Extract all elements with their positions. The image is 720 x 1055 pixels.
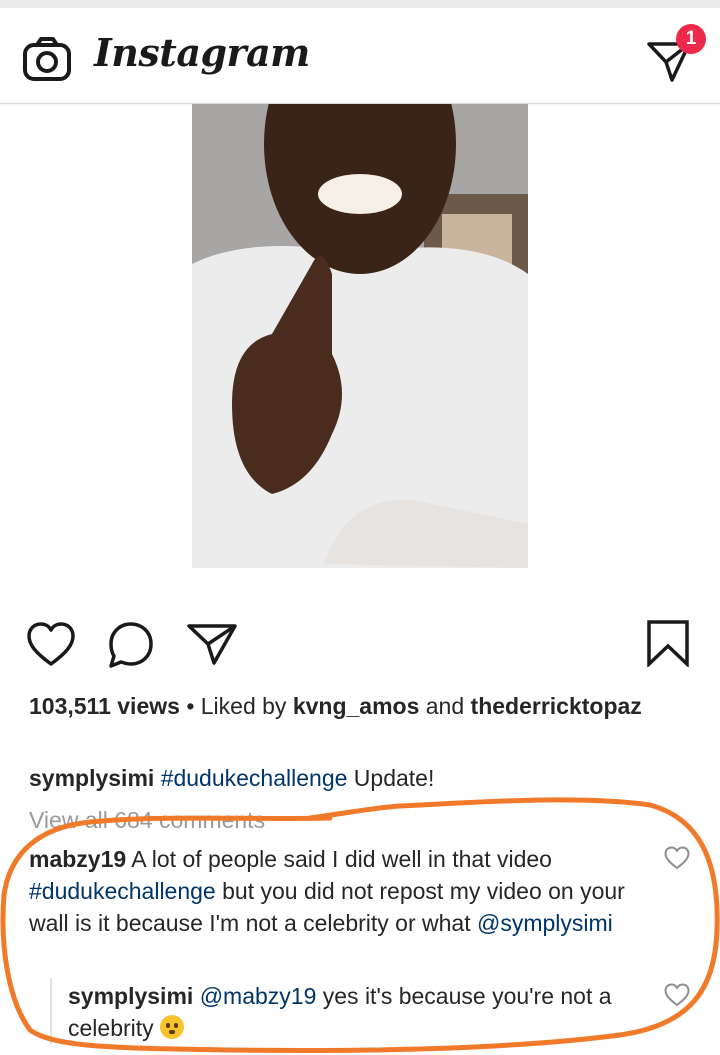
top-app-bar: Instagram 1	[0, 8, 720, 104]
direct-messages-button[interactable]: 1	[646, 24, 706, 84]
bookmark-icon[interactable]	[644, 619, 692, 667]
post-stats: 103,511 views • Liked by kvng_amos and t…	[29, 690, 699, 722]
reply-thread-line	[50, 978, 52, 1044]
comment-mention[interactable]: @symplysimi	[477, 910, 613, 936]
liked-by-label: • Liked by	[186, 693, 287, 719]
caption-hashtag[interactable]: #dudukechallenge	[161, 765, 348, 791]
camera-icon[interactable]	[22, 37, 72, 83]
comment-text: A lot of people said I did well in that …	[131, 846, 552, 872]
comment-icon[interactable]	[106, 620, 156, 670]
comment: mabzy19 A lot of people said I did well …	[29, 843, 629, 939]
liked-by-user-1[interactable]: kvng_amos	[293, 693, 420, 719]
reply-username[interactable]: symplysimi	[68, 983, 193, 1009]
liked-by-user-2[interactable]: thederricktopaz	[471, 693, 642, 719]
app-logo: Instagram	[94, 30, 310, 75]
status-bar	[0, 0, 720, 8]
caption-username[interactable]: symplysimi	[29, 765, 154, 791]
share-icon[interactable]	[186, 621, 238, 667]
post-caption: symplysimi #dudukechallenge Update!	[29, 762, 699, 794]
heart-icon[interactable]	[26, 622, 76, 668]
hushed-face-emoji	[160, 1015, 185, 1039]
post-video[interactable]	[192, 104, 528, 568]
reply-like-heart-icon[interactable]	[664, 983, 690, 1007]
comment-hashtag[interactable]: #dudukechallenge	[29, 878, 216, 904]
reply-comment: symplysimi @mabzy19 yes it's because you…	[68, 980, 628, 1044]
reply-mention[interactable]: @mabzy19	[200, 983, 317, 1009]
notification-badge: 1	[676, 24, 706, 54]
comment-username[interactable]: mabzy19	[29, 846, 126, 872]
view-all-comments-link[interactable]: View all 684 comments	[29, 804, 265, 830]
caption-text: Update!	[353, 765, 435, 791]
view-count: 103,511 views	[29, 693, 180, 719]
and-label: and	[425, 693, 465, 719]
comment-like-heart-icon[interactable]	[664, 846, 690, 870]
